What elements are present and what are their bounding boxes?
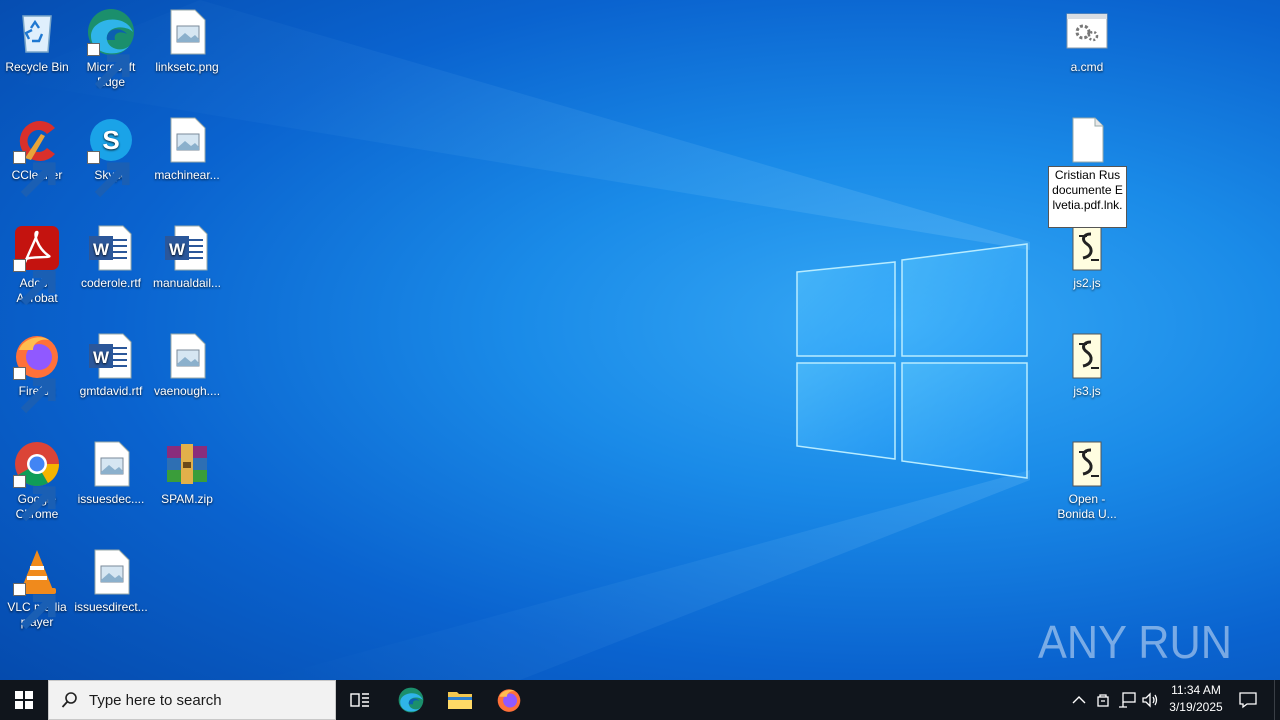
desktop-icon-label: linksetc.png [155, 60, 219, 74]
chevron-up-icon [1072, 696, 1086, 704]
svg-text:W: W [93, 348, 110, 367]
taskbar-firefox-button[interactable] [486, 680, 532, 720]
desktop-icon-vlc[interactable]: VLC media player [0, 540, 75, 630]
windows-logo-icon [15, 691, 33, 709]
desktop-icon-skype[interactable]: S Skype [73, 108, 149, 198]
shortcut-arrow-icon [87, 43, 130, 90]
desktop-icon-label: issuesdec.... [77, 492, 145, 506]
desktop-icon-label: SPAM.zip [161, 492, 213, 506]
desktop-icon-cristian-rus-lnk[interactable] [1049, 108, 1125, 166]
shortcut-arrow-icon [13, 583, 56, 630]
rename-textbox[interactable]: Cristian Rus documente Elvetia.pdf.lnk. [1048, 166, 1127, 228]
taskbar: Type here to search 11:34 AM 3/19/2025 [0, 680, 1280, 720]
js-script-icon [1072, 441, 1102, 487]
blank-file-icon [1072, 117, 1104, 163]
desktop-icon-label: a.cmd [1070, 60, 1104, 74]
shortcut-arrow-icon [13, 151, 56, 198]
taskbar-edge-button[interactable] [388, 680, 434, 720]
image-file-icon [170, 9, 206, 55]
desktop-icon-ccleaner[interactable]: CCleaner [0, 108, 75, 198]
image-file-icon [170, 333, 206, 379]
desktop-icon-spam-zip[interactable]: SPAM.zip [149, 432, 225, 507]
show-hidden-icons-button[interactable] [1068, 680, 1090, 720]
desktop-icon-label: coderole.rtf [80, 276, 142, 290]
desktop-icon-label: vaenough.... [153, 384, 221, 398]
desktop-icon-google-chrome[interactable]: Google Chrome [0, 432, 75, 522]
taskbar-clock[interactable]: 11:34 AM 3/19/2025 [1160, 682, 1232, 716]
desktop-icon-gmtdavid-rtf[interactable]: W gmtdavid.rtf [73, 324, 149, 399]
shortcut-arrow-icon [13, 259, 56, 306]
desktop-icon-issuesdirect[interactable]: issuesdirect... [73, 540, 149, 615]
notification-icon [1239, 692, 1257, 709]
svg-text:S: S [102, 125, 119, 155]
security-device-icon [1097, 694, 1109, 707]
shortcut-arrow-icon [87, 151, 130, 198]
tray-vpn-button[interactable] [1092, 680, 1114, 720]
image-file-icon [94, 549, 130, 595]
shortcut-arrow-icon [13, 367, 56, 414]
shortcut-arrow-icon [13, 475, 56, 522]
desktop-icon-machinear[interactable]: machinear... [149, 108, 225, 183]
show-desktop-button[interactable] [1274, 680, 1280, 720]
word-document-icon: W [89, 225, 132, 271]
desktop-icon-issuesdec[interactable]: issuesdec.... [73, 432, 149, 507]
winrar-archive-icon [167, 444, 207, 484]
anyrun-watermark: ANY RUN [1038, 616, 1232, 668]
clock-time: 11:34 AM [1171, 683, 1221, 697]
task-view-button[interactable] [338, 680, 382, 720]
word-document-icon: W [89, 333, 132, 379]
desktop-icon-label: manualdail... [152, 276, 222, 290]
action-center-button[interactable] [1234, 680, 1262, 720]
speaker-icon [1142, 692, 1158, 708]
desktop-icon-linksetc-png[interactable]: linksetc.png [149, 0, 225, 75]
image-file-icon [170, 117, 206, 163]
desktop-icon-label: gmtdavid.rtf [79, 384, 143, 398]
tray-network-button[interactable] [1116, 680, 1138, 720]
cmd-script-icon [1066, 13, 1108, 49]
desktop-icon-microsoft-edge[interactable]: Microsoft Edge [73, 0, 149, 90]
desktop-icon-open-bonida[interactable]: Open - Bonida U... [1049, 432, 1125, 522]
svg-text:W: W [169, 240, 186, 259]
taskbar-file-explorer-button[interactable] [437, 680, 483, 720]
desktop-icon-coderole-rtf[interactable]: W coderole.rtf [73, 216, 149, 291]
js-script-icon [1072, 225, 1102, 271]
desktop-icon-label: Recycle Bin [5, 60, 69, 74]
taskbar-search-box[interactable]: Type here to search [48, 680, 336, 720]
clock-date: 3/19/2025 [1169, 700, 1223, 714]
desktop-icon-js3-js[interactable]: js3.js [1049, 324, 1125, 399]
desktop-icon-adobe-acrobat[interactable]: Adobe Acrobat [0, 216, 75, 306]
desktop-icon-recycle-bin[interactable]: Recycle Bin [0, 0, 75, 75]
desktop-icon-label: js2.js [1073, 276, 1101, 290]
desktop-icon-firefox[interactable]: Firefox [0, 324, 75, 414]
firefox-icon [497, 689, 521, 712]
desktop-icon-a-cmd[interactable]: a.cmd [1049, 0, 1125, 75]
tray-volume-button[interactable] [1140, 680, 1162, 720]
image-file-icon [94, 441, 130, 487]
svg-text:W: W [93, 240, 110, 259]
desktop-icon-vaenough[interactable]: vaenough.... [149, 324, 225, 399]
desktop-icon-label: js3.js [1073, 384, 1101, 398]
watermark-text: ANY RUN [1038, 616, 1232, 668]
recycle-bin-icon [22, 15, 52, 53]
js-script-icon [1072, 333, 1102, 379]
desktop-icon-label: Open - Bonida U... [1057, 492, 1117, 521]
start-button[interactable] [0, 680, 48, 720]
edge-icon [398, 687, 424, 713]
word-document-icon: W [165, 225, 208, 271]
task-view-icon [350, 693, 369, 707]
desktop-icon-label: machinear... [154, 168, 220, 182]
desktop-icon-manualdail[interactable]: W manualdail... [149, 216, 225, 291]
search-icon [61, 692, 77, 708]
search-placeholder: Type here to search [89, 691, 222, 709]
desktop-icon-label: issuesdirect... [74, 600, 148, 614]
folder-icon [448, 692, 472, 709]
network-icon [1119, 692, 1136, 708]
